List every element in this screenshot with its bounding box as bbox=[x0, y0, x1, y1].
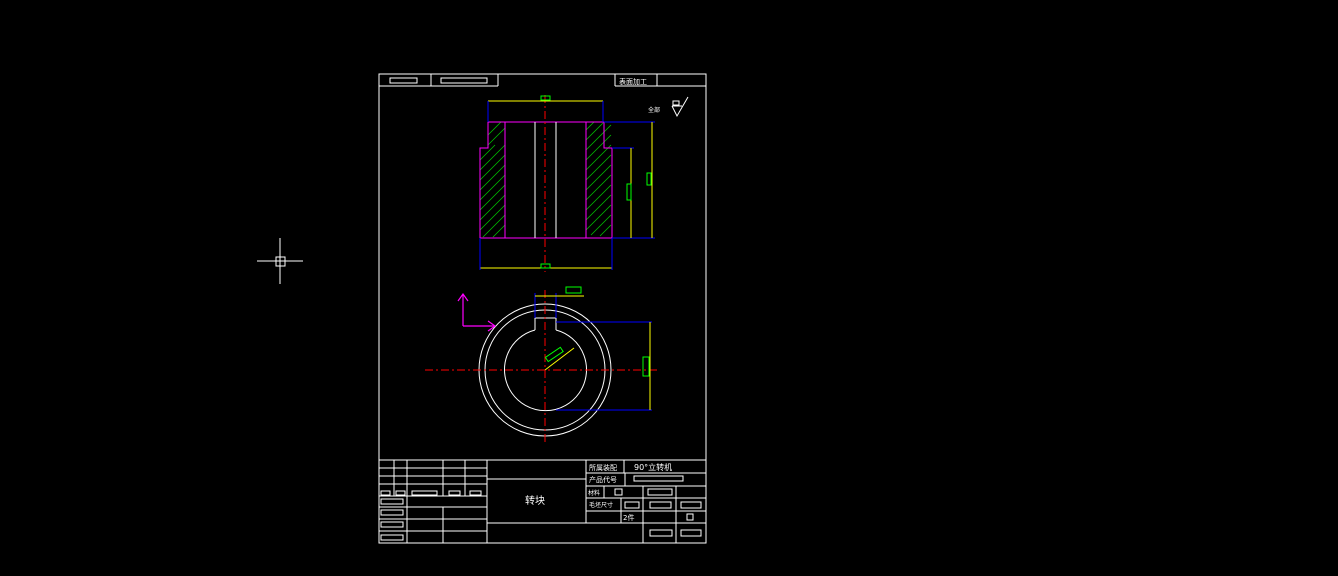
part-name: 转块 bbox=[525, 494, 545, 507]
surface-roughness-icon bbox=[671, 96, 689, 118]
crosshair-icon bbox=[257, 238, 303, 284]
top-strip bbox=[379, 74, 706, 87]
section-view bbox=[479, 95, 655, 272]
cad-model-space[interactable]: 表面加工 全部 转块 所属装配 90°立转机 产品代号 材料 毛坯尺寸 2件 bbox=[0, 0, 1338, 576]
surface-treatment-label: 表面加工 bbox=[619, 77, 647, 86]
ucs-axis-icon bbox=[457, 292, 497, 332]
quantity-value: 2件 bbox=[623, 513, 634, 522]
assembly-label: 所属装配 bbox=[589, 463, 617, 472]
top-view-center-lines bbox=[425, 290, 660, 442]
blank-size-label: 毛坯尺寸 bbox=[589, 501, 613, 509]
roughness-note-label: 全部 bbox=[648, 106, 660, 114]
top-view bbox=[425, 286, 660, 442]
product-code-label: 产品代号 bbox=[589, 475, 617, 484]
material-label: 材料 bbox=[588, 489, 600, 497]
assembly-value: 90°立转机 bbox=[634, 462, 672, 472]
top-view-dimensions bbox=[534, 286, 652, 411]
